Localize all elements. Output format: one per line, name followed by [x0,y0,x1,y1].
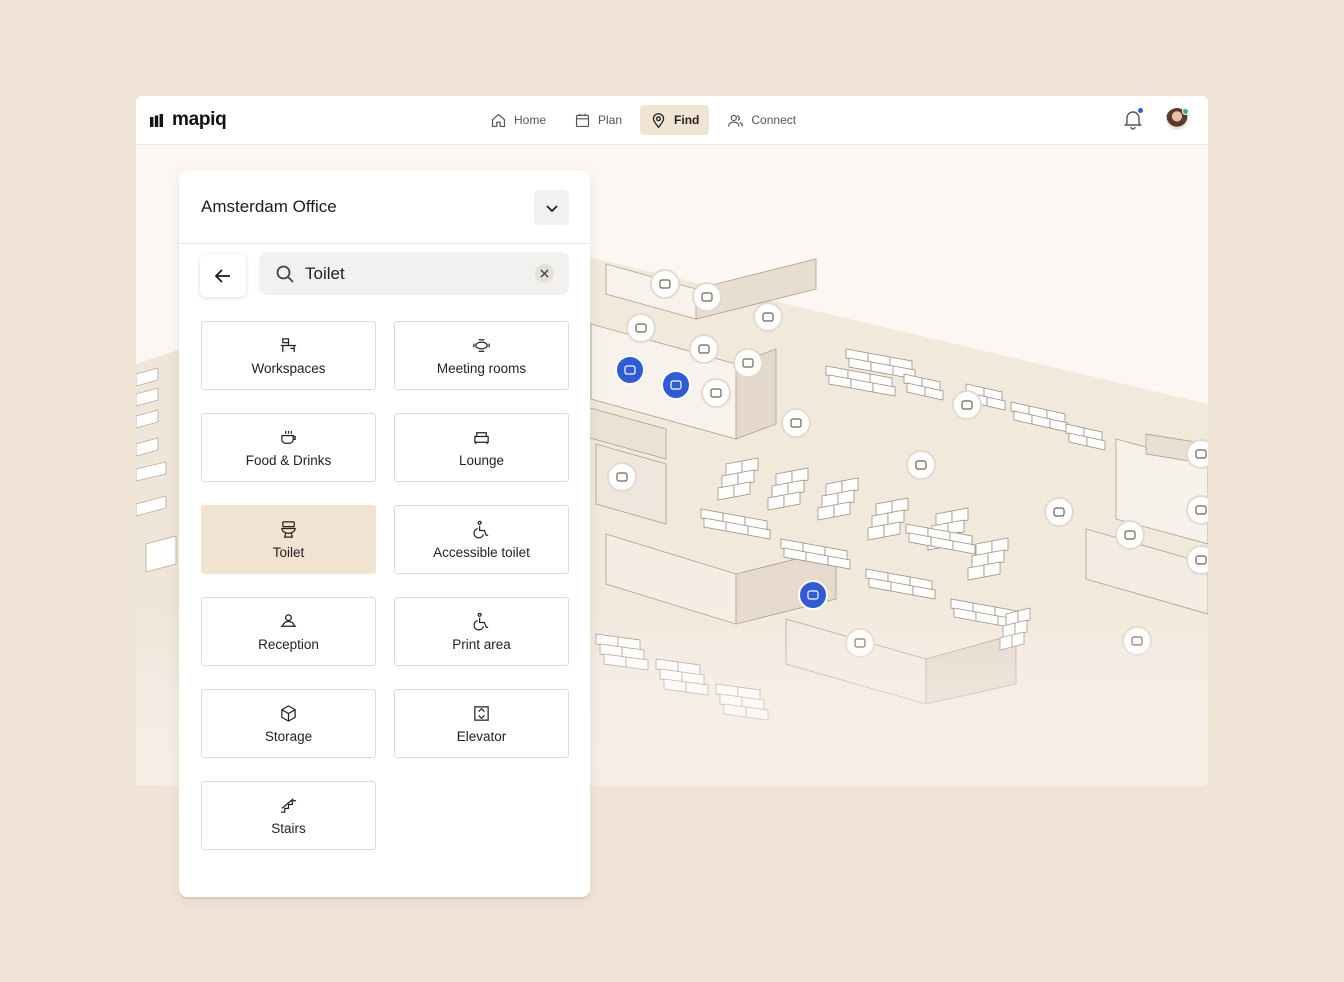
nav-connect-label: Connect [751,113,797,127]
close-icon [540,269,549,278]
home-icon [491,113,506,127]
toilet-icon [281,520,296,538]
chevron-down-icon [545,204,558,212]
notification-dot [1138,108,1143,113]
coffee-cup-icon [281,430,296,444]
user-avatar[interactable] [1166,108,1189,130]
logo-text: mapiq [172,109,227,130]
category-stairs[interactable]: Stairs [201,781,376,850]
nav-plan[interactable]: Plan [564,105,632,135]
category-grid: Workspaces Meeting rooms Food & Drinks L… [201,321,569,850]
meeting-table-icon [473,338,490,352]
elevator-icon [474,705,489,721]
office-title: Amsterdam Office [201,197,337,216]
search-box[interactable] [259,252,569,295]
category-print-area[interactable]: Print area [394,597,569,666]
location-pin-icon [652,112,665,128]
category-storage[interactable]: Storage [201,689,376,758]
category-elevator[interactable]: Elevator [394,689,569,758]
logo-bars-icon [150,113,163,127]
calendar-icon [575,113,590,127]
main-nav: Home Plan Find Connect [480,105,806,135]
nav-home-label: Home [514,113,547,127]
nav-plan-label: Plan [598,113,623,127]
wheelchair-icon [473,520,489,539]
category-label: Storage [264,728,313,744]
category-label: Workspaces [251,360,326,376]
arrow-left-icon [214,268,230,283]
category-label: Elevator [456,728,507,744]
find-panel: Amsterdam Office Workspaces Meeting room… [179,171,590,897]
online-status-dot [1182,108,1189,115]
search-icon [275,264,295,284]
category-label: Meeting rooms [436,360,527,376]
category-food-drinks[interactable]: Food & Drinks [201,413,376,482]
category-workspaces[interactable]: Workspaces [201,321,376,390]
stairs-icon [280,797,297,813]
nav-find-label: Find [674,113,700,127]
nav-find[interactable]: Find [640,105,710,135]
category-label: Reception [258,636,319,652]
category-lounge[interactable]: Lounge [394,413,569,482]
category-label: Stairs [271,820,306,836]
box-icon [281,704,296,722]
category-reception[interactable]: Reception [201,597,376,666]
top-navigation-bar: mapiq Home Plan Find Connect [136,96,1208,145]
desk-icon [280,337,297,352]
office-dropdown-button[interactable] [534,190,569,225]
panel-header: Amsterdam Office [179,171,590,244]
category-accessible-toilet[interactable]: Accessible toilet [394,505,569,574]
mapiq-logo[interactable]: mapiq [150,109,227,131]
armchair-icon [474,431,489,444]
people-icon [728,114,744,126]
category-meeting-rooms[interactable]: Meeting rooms [394,321,569,390]
category-label: Accessible toilet [433,544,530,560]
clear-search-button[interactable] [535,264,554,283]
category-label: Print area [452,636,511,652]
category-label: Toilet [272,544,305,560]
nav-connect[interactable]: Connect [717,105,806,135]
notifications-button[interactable] [1122,108,1144,130]
nav-home[interactable]: Home [480,105,556,135]
wheelchair-icon [473,612,489,631]
search-row [179,244,590,322]
reception-person-icon [280,613,297,627]
topbar-actions [1122,108,1189,130]
category-label: Food & Drinks [245,452,332,468]
back-button[interactable] [200,254,246,297]
search-input[interactable] [305,263,515,284]
category-toilet[interactable]: Toilet [201,505,376,574]
category-label: Lounge [458,452,505,468]
